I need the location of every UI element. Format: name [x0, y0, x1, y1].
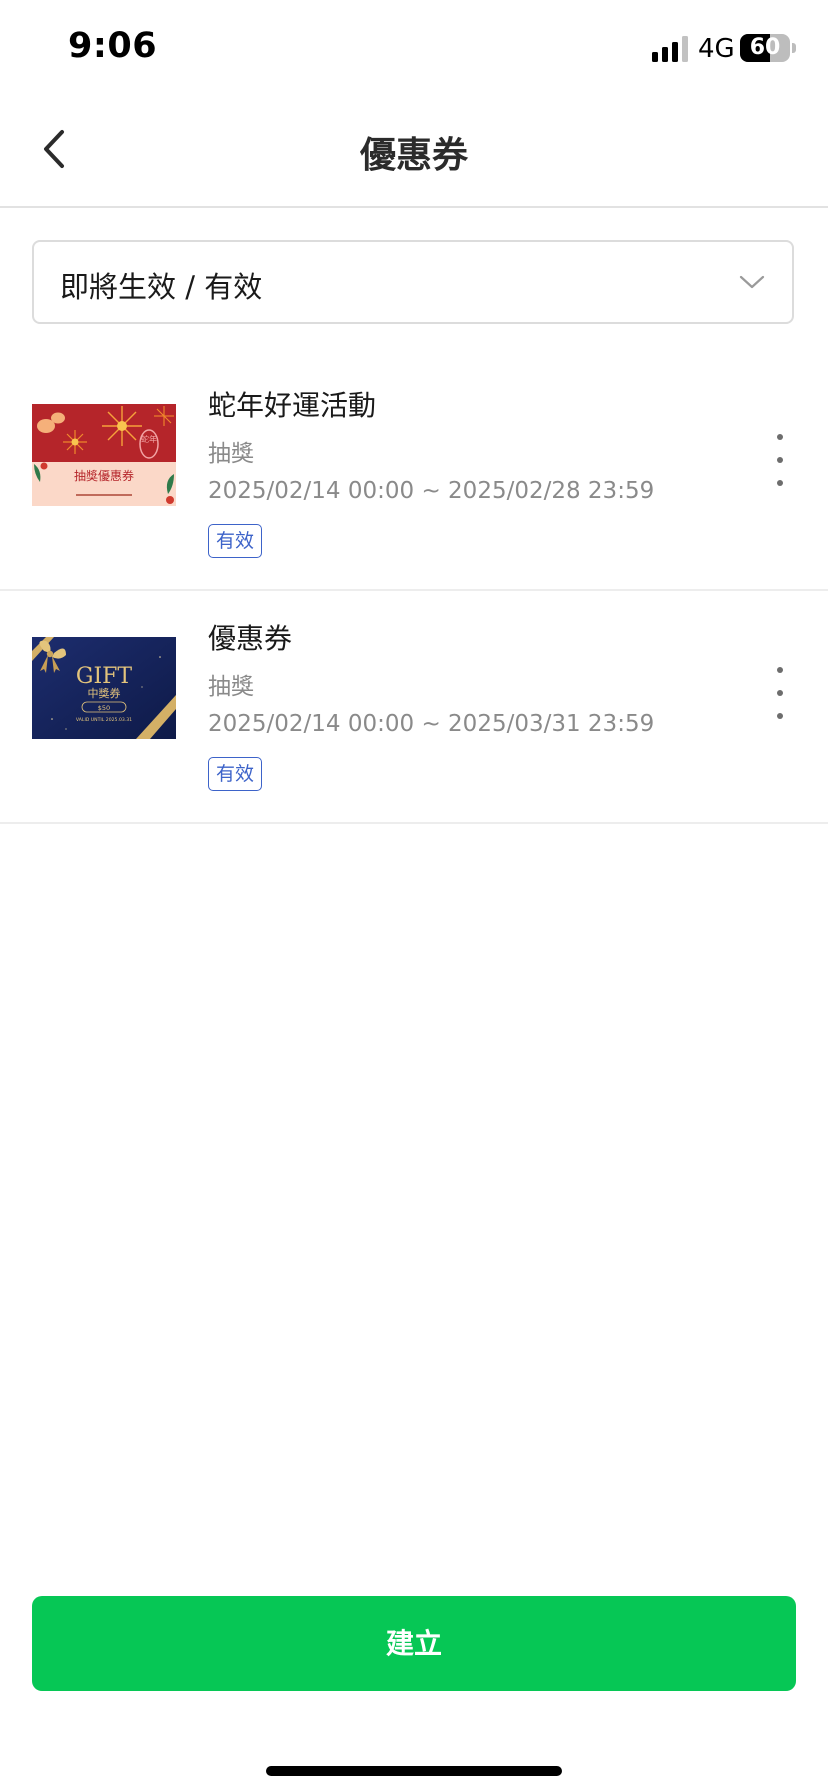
gift-subtitle: 中獎券: [88, 686, 121, 700]
coupon-thumbnail: GIFT 中獎券 $50 VALID UNTIL 2025.03.31: [32, 637, 176, 739]
coupon-title: 蛇年好運活動: [208, 389, 377, 422]
battery-nub: [792, 43, 796, 53]
gift-coupon-image: GIFT 中獎券 $50 VALID UNTIL 2025.03.31: [32, 637, 176, 739]
coupon-valid-period: 2025/02/14 00:00 ~ 2025/03/31 23:59: [208, 711, 655, 737]
create-coupon-button[interactable]: 建立: [32, 1596, 796, 1691]
gift-amount: $50: [98, 704, 110, 712]
seal-text: 蛇年: [141, 434, 157, 444]
lunar-new-year-coupon-image: 蛇年 抽獎優惠券: [32, 404, 176, 506]
status-time: 9:06: [68, 26, 158, 66]
more-options-button[interactable]: [764, 667, 796, 719]
coupon-title: 優惠券: [208, 622, 293, 655]
coupon-valid-period: 2025/02/14 00:00 ~ 2025/02/28 23:59: [208, 478, 655, 504]
coupon-type: 抽獎: [208, 674, 254, 700]
coupon-list-item[interactable]: 蛇年 抽獎優惠券 蛇年好運活動 抽獎 2025/02/14 00:00 ~ 20…: [0, 358, 828, 591]
home-indicator[interactable]: [266, 1766, 562, 1776]
status-badge: 有效: [208, 757, 263, 791]
gift-headline: GIFT: [76, 664, 133, 689]
page-title: 優惠券: [359, 135, 468, 176]
chevron-down-icon: [739, 275, 765, 289]
coupon-list: 蛇年 抽獎優惠券 蛇年好運活動 抽獎 2025/02/14 00:00 ~ 20…: [0, 358, 828, 824]
signal-strength-icon: [652, 36, 688, 62]
thumbnail-caption: 抽獎優惠券: [74, 468, 134, 483]
status-badge: 有效: [208, 524, 263, 558]
gift-valid-text: VALID UNTIL 2025.03.31: [76, 717, 132, 723]
status-bar: 9:06 4G 60: [0, 0, 828, 100]
coupon-thumbnail: 蛇年 抽獎優惠券: [32, 404, 176, 506]
filter-selected-value: 即將生效 / 有效: [60, 270, 263, 304]
coupon-type: 抽獎: [208, 441, 254, 467]
battery-icon: 60: [740, 34, 790, 62]
coupon-list-item[interactable]: GIFT 中獎券 $50 VALID UNTIL 2025.03.31 優惠券 …: [0, 591, 828, 824]
status-filter-dropdown[interactable]: 即將生效 / 有效: [32, 240, 794, 324]
battery-level: 60: [749, 35, 781, 60]
nav-header: 優惠券: [0, 100, 828, 208]
network-type: 4G: [698, 34, 735, 64]
more-options-button[interactable]: [764, 434, 796, 486]
